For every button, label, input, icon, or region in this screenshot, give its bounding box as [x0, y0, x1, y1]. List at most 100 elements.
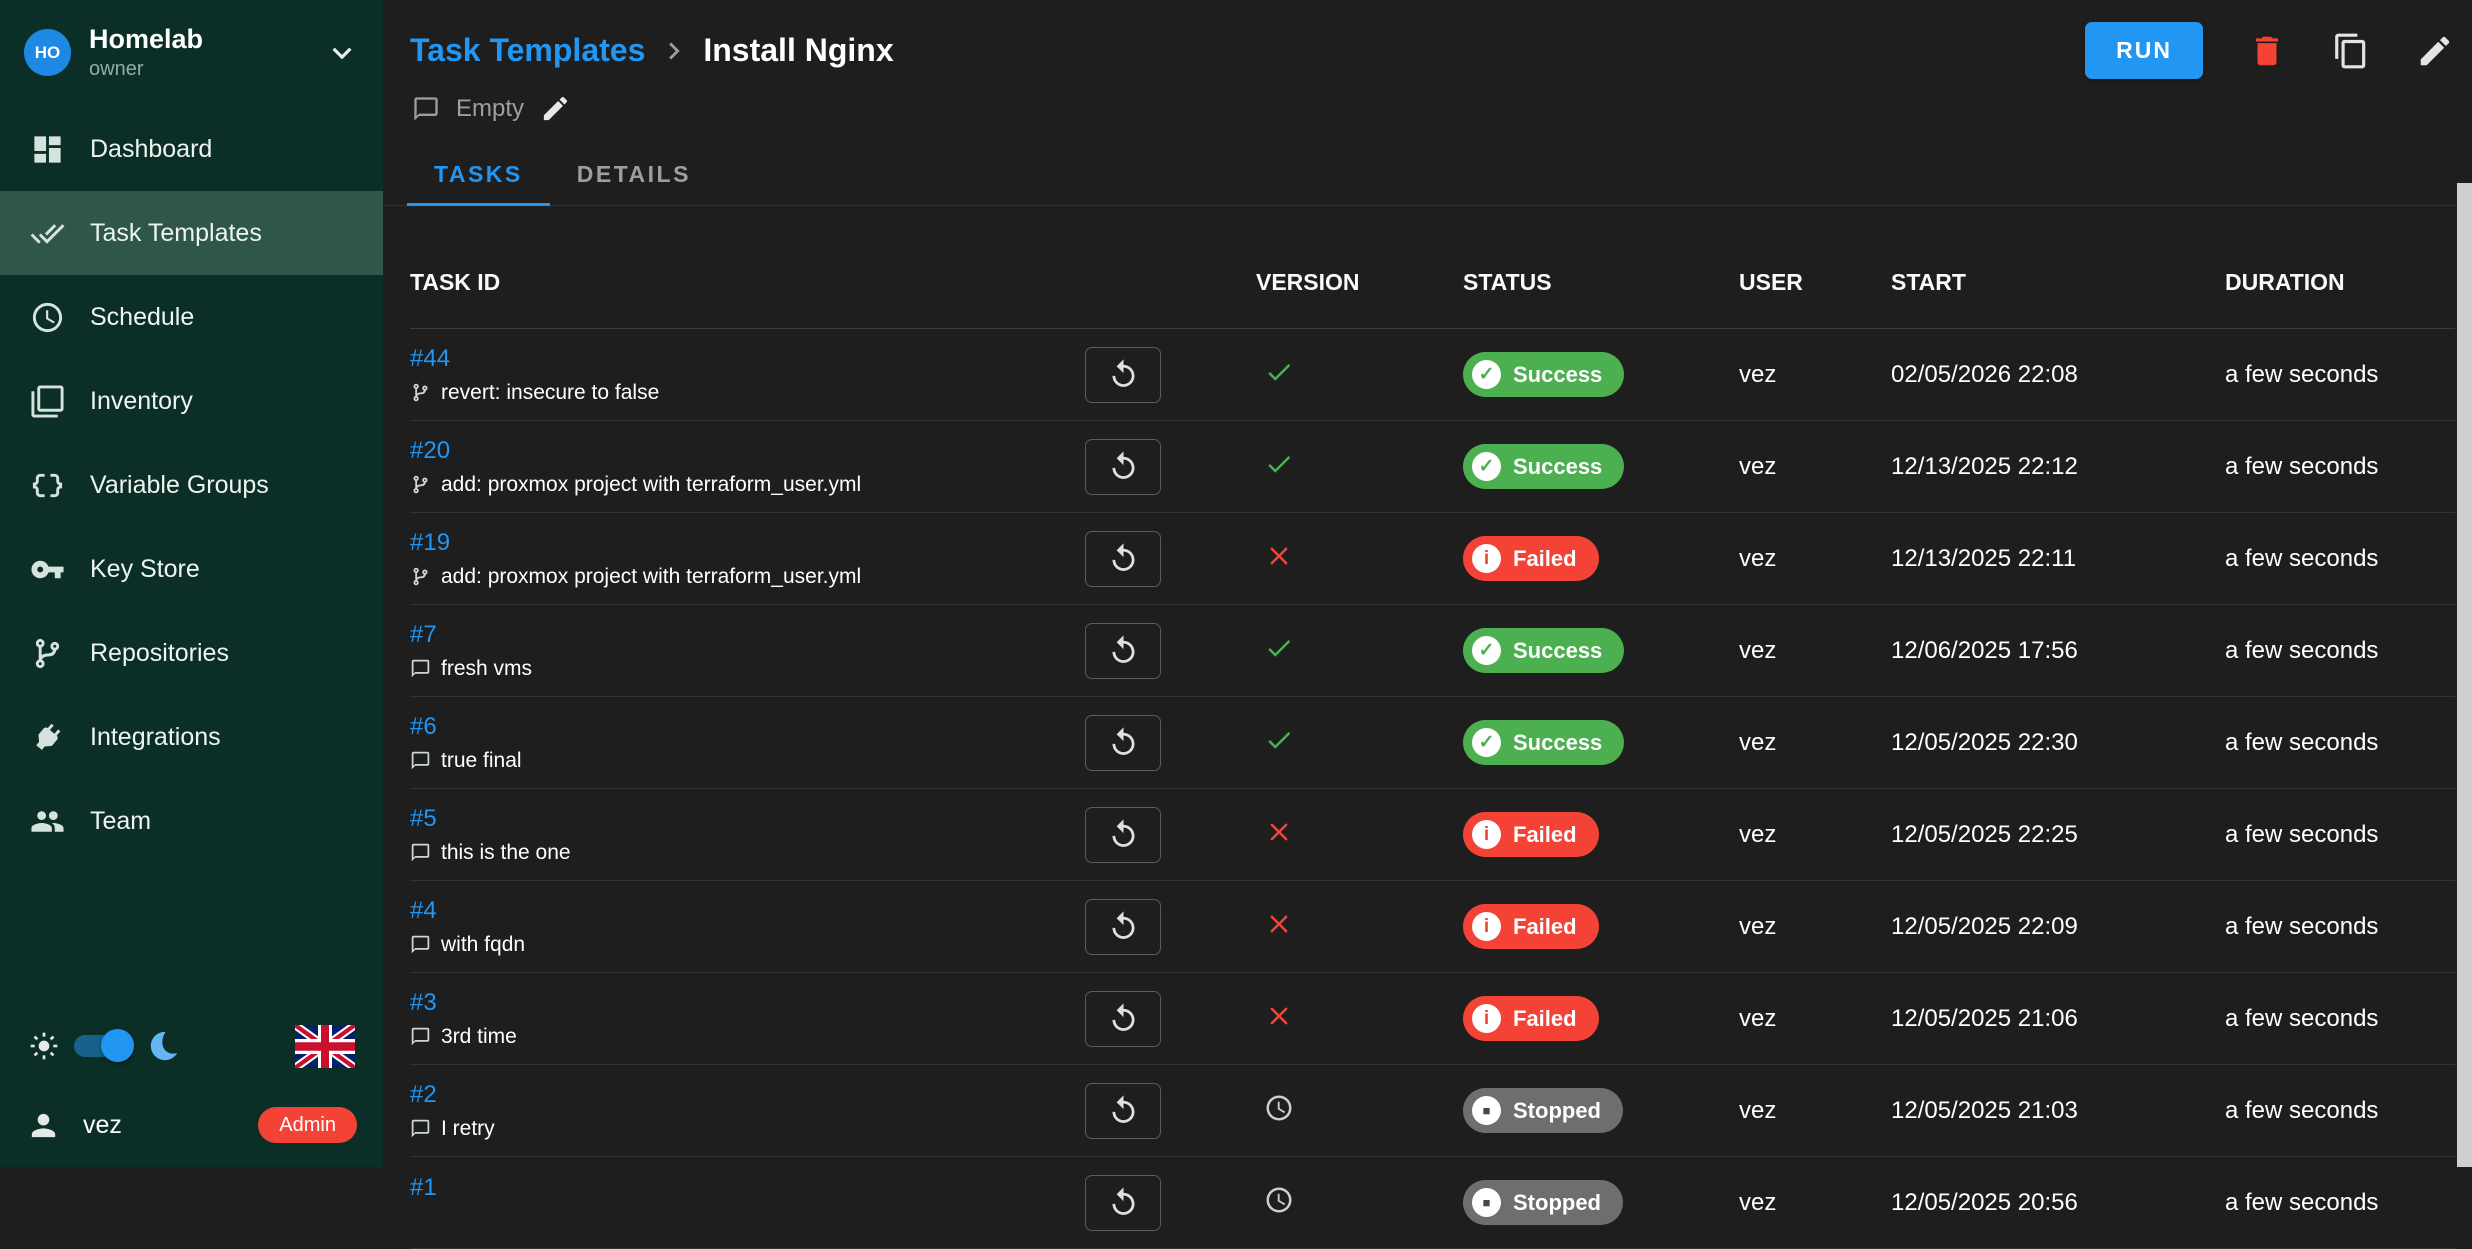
- edit-template-button[interactable]: [2415, 31, 2455, 71]
- breadcrumb-parent-link[interactable]: Task Templates: [410, 32, 645, 69]
- table-header: TASK ID VERSION STATUS USER START DURATI…: [410, 236, 2455, 329]
- col-task-id: TASK ID: [410, 269, 1085, 296]
- task-id-link[interactable]: #5: [410, 805, 437, 833]
- task-id-link[interactable]: #20: [410, 437, 450, 465]
- project-name: Homelab: [89, 24, 323, 55]
- replay-icon: [1107, 1094, 1140, 1127]
- rerun-task-button[interactable]: [1085, 531, 1161, 587]
- chevron-right-icon: [657, 34, 691, 68]
- pencil-icon: [2416, 32, 2454, 70]
- rerun-task-button[interactable]: [1085, 807, 1161, 863]
- table-row: #5 this is the one i Failed vez 12/05/20…: [410, 789, 2455, 881]
- task-id-link[interactable]: #3: [410, 989, 437, 1017]
- status-badge: ✓ Success: [1463, 352, 1624, 397]
- check-icon: [1264, 357, 1294, 387]
- replay-icon: [1107, 726, 1140, 759]
- language-flag-uk[interactable]: [295, 1025, 355, 1068]
- sidebar-item-variable-groups[interactable]: Variable Groups: [0, 443, 383, 527]
- task-start: 12/06/2025 17:56: [1891, 637, 2078, 664]
- rerun-task-button[interactable]: [1085, 991, 1161, 1047]
- app-root: HO Homelab owner Dashboard Task Template…: [0, 0, 2472, 1167]
- vertical-scrollbar[interactable]: [2457, 183, 2472, 1167]
- task-message: I retry: [410, 1117, 1085, 1141]
- edit-description-icon[interactable]: [540, 93, 571, 124]
- template-description: Empty: [383, 79, 2472, 124]
- tab-details[interactable]: DETAILS: [550, 146, 718, 206]
- sidebar-item-task-templates[interactable]: Task Templates: [0, 191, 383, 275]
- replay-icon: [1107, 358, 1140, 391]
- task-id-link[interactable]: #44: [410, 345, 450, 373]
- sidebar-item-schedule[interactable]: Schedule: [0, 275, 383, 359]
- task-duration: a few seconds: [2225, 821, 2378, 848]
- status-badge: ✓ Success: [1463, 720, 1624, 765]
- project-role: owner: [89, 58, 323, 81]
- username: vez: [83, 1111, 122, 1140]
- task-id-link[interactable]: #2: [410, 1081, 437, 1109]
- page-title: Install Nginx: [703, 32, 893, 69]
- rerun-task-button[interactable]: [1085, 1083, 1161, 1139]
- task-start: 02/05/2026 22:08: [1891, 361, 2078, 388]
- sidebar-item-repositories[interactable]: Repositories: [0, 611, 383, 695]
- task-id-link[interactable]: #4: [410, 897, 437, 925]
- task-duration: a few seconds: [2225, 1097, 2378, 1124]
- task-user: vez: [1739, 453, 1776, 480]
- task-start: 12/05/2025 20:56: [1891, 1189, 2078, 1216]
- rerun-task-button[interactable]: [1085, 347, 1161, 403]
- check-icon: [1264, 449, 1294, 479]
- sidebar-menu: Dashboard Task Templates Schedule Invent…: [0, 107, 383, 863]
- rerun-task-button[interactable]: [1085, 623, 1161, 679]
- variable-groups-icon: [30, 468, 65, 503]
- sidebar-item-team[interactable]: Team: [0, 779, 383, 863]
- task-duration: a few seconds: [2225, 637, 2378, 664]
- project-switcher[interactable]: HO Homelab owner: [0, 0, 383, 99]
- description-text: Empty: [456, 95, 524, 123]
- sidebar-item-integrations[interactable]: Integrations: [0, 695, 383, 779]
- close-icon: [1264, 817, 1294, 847]
- task-id-link[interactable]: #6: [410, 713, 437, 741]
- schedule-icon: [30, 300, 65, 335]
- task-start: 12/05/2025 22:09: [1891, 913, 2078, 940]
- rerun-task-button[interactable]: [1085, 439, 1161, 495]
- task-message: add: proxmox project with terraform_user…: [410, 473, 1085, 497]
- check-icon: [1264, 725, 1294, 755]
- status-badge: i Failed: [1463, 996, 1599, 1041]
- inventory-icon: [30, 384, 65, 419]
- delete-template-button[interactable]: [2247, 31, 2287, 71]
- current-user[interactable]: vez Admin: [0, 1083, 383, 1167]
- task-message: revert: insecure to false: [410, 381, 1085, 405]
- task-history-table: TASK ID VERSION STATUS USER START DURATI…: [383, 236, 2472, 1249]
- status-badge: ■ Stopped: [1463, 1088, 1623, 1133]
- replay-icon: [1107, 1186, 1140, 1219]
- copy-template-button[interactable]: [2331, 31, 2371, 71]
- task-duration: a few seconds: [2225, 1189, 2378, 1216]
- tab-tasks[interactable]: TASKS: [407, 146, 550, 206]
- task-message: true final: [410, 749, 1085, 773]
- task-id-link[interactable]: #7: [410, 621, 437, 649]
- task-user: vez: [1739, 821, 1776, 848]
- task-user: vez: [1739, 361, 1776, 388]
- run-button[interactable]: RUN: [2085, 22, 2203, 79]
- task-start: 12/13/2025 22:12: [1891, 453, 2078, 480]
- clock-icon: [1264, 1185, 1294, 1215]
- dark-mode-toggle[interactable]: [74, 1035, 130, 1057]
- task-start: 12/05/2025 22:30: [1891, 729, 2078, 756]
- template-actions: RUN: [2085, 22, 2455, 79]
- col-duration: DURATION: [2225, 269, 2455, 296]
- task-start: 12/13/2025 22:11: [1891, 545, 2076, 572]
- task-user: vez: [1739, 545, 1776, 572]
- role-badge: Admin: [258, 1107, 357, 1143]
- task-id-link[interactable]: #19: [410, 529, 450, 557]
- rerun-task-button[interactable]: [1085, 899, 1161, 955]
- task-templates-icon: [30, 216, 65, 251]
- rerun-task-button[interactable]: [1085, 715, 1161, 771]
- task-duration: a few seconds: [2225, 1005, 2378, 1032]
- task-user: vez: [1739, 1005, 1776, 1032]
- sidebar-item-dashboard[interactable]: Dashboard: [0, 107, 383, 191]
- sidebar: HO Homelab owner Dashboard Task Template…: [0, 0, 383, 1167]
- sidebar-item-key-store[interactable]: Key Store: [0, 527, 383, 611]
- task-start: 12/05/2025 21:03: [1891, 1097, 2078, 1124]
- task-duration: a few seconds: [2225, 729, 2378, 756]
- rerun-task-button[interactable]: [1085, 1175, 1161, 1231]
- task-id-link[interactable]: #1: [410, 1174, 437, 1202]
- sidebar-item-inventory[interactable]: Inventory: [0, 359, 383, 443]
